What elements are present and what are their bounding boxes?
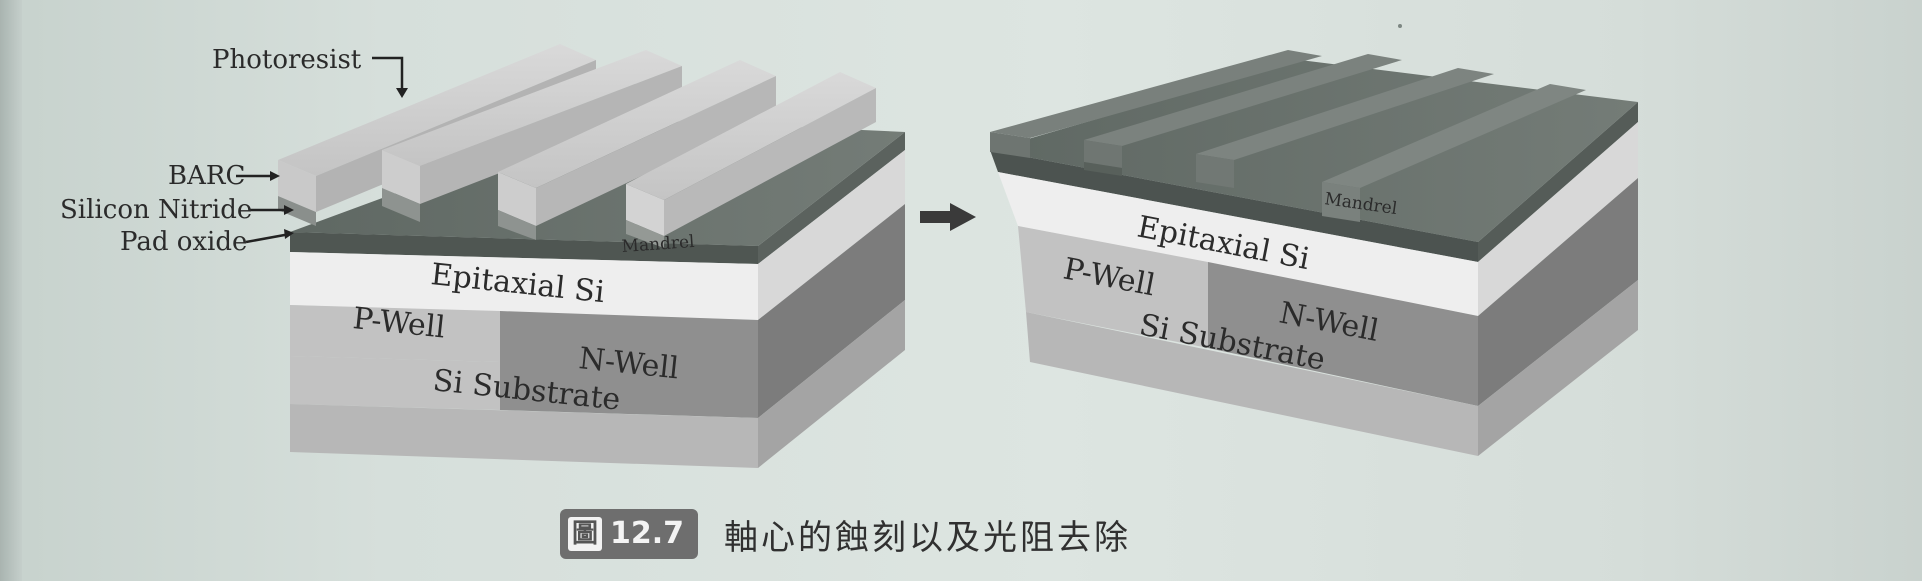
figure-12-7: Photoresist BARC Silicon Nitride Pad oxi…	[60, 24, 1638, 468]
page-speck	[1398, 24, 1402, 28]
figure-number: 12.7	[610, 516, 685, 551]
right-wafer-stack: Mandrel Epitaxial Si P-Well N-Well Si Su…	[990, 50, 1638, 456]
label-pad-oxide: Pad oxide	[120, 227, 247, 257]
figure-prefix: 圖	[568, 517, 603, 551]
page-background: Photoresist BARC Silicon Nitride Pad oxi…	[0, 0, 1922, 581]
label-photoresist: Photoresist	[212, 45, 362, 75]
figure-number-badge: 圖 12.7	[560, 509, 699, 559]
process-arrow	[920, 203, 976, 231]
label-barc: BARC	[168, 161, 245, 191]
caption-text: 軸心的蝕刻以及光阻去除	[724, 517, 1132, 558]
label-silicon-nitride: Silicon Nitride	[60, 195, 252, 225]
left-wafer-stack: Photoresist BARC Silicon Nitride Pad oxi…	[60, 44, 905, 468]
figure-caption: 圖 12.7 軸心的蝕刻以及光阻去除	[560, 508, 1131, 560]
